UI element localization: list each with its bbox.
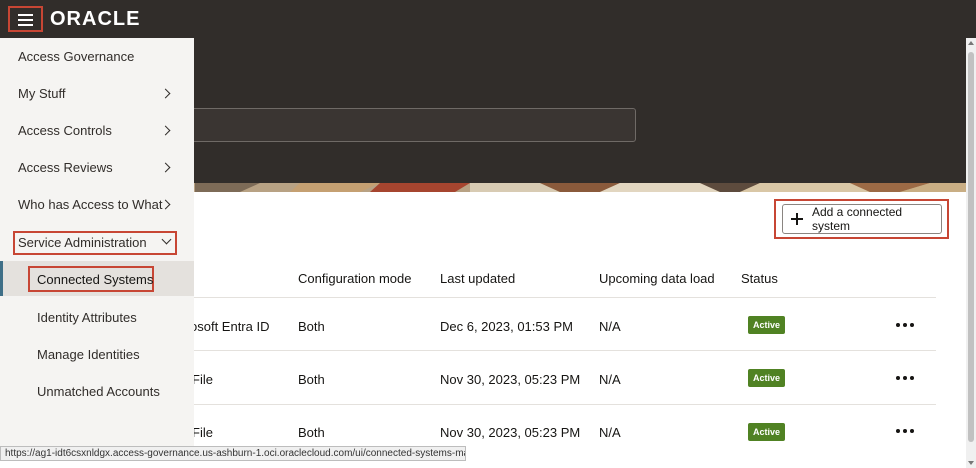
chevron-right-icon <box>160 125 171 136</box>
menu-icon-line <box>18 19 33 21</box>
more-actions-button[interactable] <box>893 318 917 332</box>
column-header-last-updated[interactable]: Last updated <box>440 271 515 286</box>
page-scrollbar[interactable] <box>966 38 976 468</box>
more-actions-button[interactable] <box>893 371 917 385</box>
system-name[interactable]: File <box>192 425 213 440</box>
system-name[interactable]: osoft Entra ID <box>190 319 269 334</box>
scroll-thumb[interactable] <box>968 52 974 442</box>
nav-item-service-administration[interactable]: Service Administration <box>0 224 194 261</box>
chevron-right-icon <box>160 88 171 99</box>
last-updated: Dec 6, 2023, 01:53 PM <box>440 319 573 334</box>
last-updated: Nov 30, 2023, 05:23 PM <box>440 425 581 440</box>
nav-item-my-stuff[interactable]: My Stuff <box>0 75 194 112</box>
status-badge: Active <box>748 316 785 334</box>
more-icon-dot <box>910 429 914 433</box>
navigation-drawer: Access Governance My Stuff Access Contro… <box>0 38 194 446</box>
nav-subitem-label: Manage Identities <box>37 346 140 362</box>
more-icon-dot <box>903 376 907 380</box>
scroll-down-arrow-icon[interactable] <box>968 461 974 465</box>
nav-item-label: Access Governance <box>18 49 135 64</box>
nav-item-label: Who has Access to What <box>18 197 163 212</box>
nav-subitem-identity-attributes[interactable]: Identity Attributes <box>0 300 194 334</box>
more-icon <box>896 376 900 380</box>
more-icon-dot <box>910 376 914 380</box>
nav-subitem-manage-identities[interactable]: Manage Identities <box>0 337 194 371</box>
oracle-logo: ORACLE <box>50 8 141 30</box>
nav-item-access-governance[interactable]: Access Governance <box>0 38 194 75</box>
add-connected-system-button[interactable]: Add a connected system <box>782 204 942 234</box>
column-header-upcoming-data-load[interactable]: Upcoming data load <box>599 271 715 286</box>
page: ORACLE ns Add a connected system e Confi… <box>0 0 976 468</box>
upcoming-data-load: N/A <box>599 425 621 440</box>
configuration-mode: Both <box>298 425 325 440</box>
more-icon <box>896 323 900 327</box>
configuration-mode: Both <box>298 372 325 387</box>
column-header-configuration-mode[interactable]: Configuration mode <box>298 271 411 286</box>
nav-item-label: My Stuff <box>18 86 66 101</box>
nav-subitem-label: Unmatched Accounts <box>37 383 160 399</box>
column-header-status[interactable]: Status <box>741 271 778 286</box>
status-badge: Active <box>748 369 785 387</box>
nav-subitem-label: Connected Systems <box>37 271 154 287</box>
nav-item-label: Service Administration <box>18 235 147 250</box>
upcoming-data-load: N/A <box>599 372 621 387</box>
add-connected-system-label: Add a connected system <box>812 205 903 233</box>
plus-icon <box>791 213 803 225</box>
menu-icon-line <box>18 24 33 26</box>
chevron-down-icon <box>161 234 172 245</box>
chevron-right-icon <box>160 162 171 173</box>
nav-subitem-label: Identity Attributes <box>37 309 137 325</box>
hamburger-menu-button[interactable] <box>8 6 43 32</box>
configuration-mode: Both <box>298 319 325 334</box>
menu-icon <box>18 14 33 16</box>
upcoming-data-load: N/A <box>599 319 621 334</box>
more-icon-dot <box>903 429 907 433</box>
nav-subitem-connected-systems[interactable]: Connected Systems <box>0 262 194 296</box>
more-actions-button[interactable] <box>893 424 917 438</box>
last-updated: Nov 30, 2023, 05:23 PM <box>440 372 581 387</box>
nav-subitem-unmatched-accounts[interactable]: Unmatched Accounts <box>0 374 194 408</box>
search-input[interactable] <box>170 108 636 142</box>
nav-item-label: Access Controls <box>18 123 112 138</box>
nav-item-access-controls[interactable]: Access Controls <box>0 112 194 149</box>
more-icon-dot <box>903 323 907 327</box>
scroll-up-arrow-icon[interactable] <box>968 41 974 45</box>
status-badge: Active <box>748 423 785 441</box>
nav-item-label: Access Reviews <box>18 160 113 175</box>
more-icon-dot <box>910 323 914 327</box>
nav-item-access-reviews[interactable]: Access Reviews <box>0 149 194 186</box>
nav-item-who-has-access[interactable]: Who has Access to What <box>0 186 194 223</box>
more-icon <box>896 429 900 433</box>
system-name[interactable]: File <box>192 372 213 387</box>
top-bar: ORACLE <box>0 0 976 38</box>
browser-status-url: https://ag1-idt6csxnldgx.access-governan… <box>0 446 466 461</box>
